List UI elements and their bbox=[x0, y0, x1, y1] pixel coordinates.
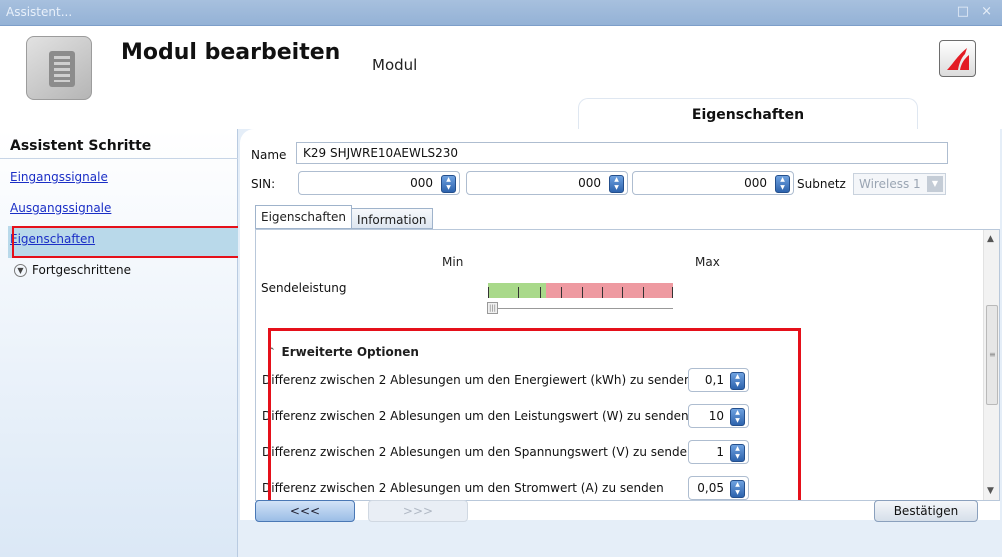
step-link-ausgangssignale[interactable]: Ausgangssignale bbox=[10, 201, 111, 215]
spinner-icon[interactable]: ▲ ▼ bbox=[775, 175, 790, 193]
vertical-scrollbar[interactable]: ▲ ≡ ▼ bbox=[983, 230, 999, 500]
next-button[interactable]: >>> bbox=[368, 500, 468, 522]
name-label: Name bbox=[251, 148, 287, 162]
confirm-button[interactable]: Bestätigen bbox=[874, 500, 978, 522]
step-link-eingangssignale[interactable]: Eingangssignale bbox=[10, 170, 108, 184]
max-label: Max bbox=[695, 255, 720, 269]
sin-field-3[interactable]: 000 ▲ ▼ bbox=[632, 171, 794, 195]
sin-label: SIN: bbox=[251, 177, 276, 191]
chevron-down-icon: ▼ bbox=[927, 176, 943, 192]
title-bar: Assistent... □ × bbox=[0, 0, 1002, 26]
previous-button[interactable]: <<< bbox=[255, 500, 355, 522]
min-label: Min bbox=[442, 255, 464, 269]
window-controls[interactable]: □ × bbox=[957, 4, 996, 19]
scroll-up-icon[interactable]: ▲ bbox=[987, 234, 994, 244]
scale-tick bbox=[518, 287, 519, 298]
page-subtitle: Modul bbox=[372, 56, 418, 74]
scale-tick bbox=[672, 287, 673, 298]
main-content: Name K29 SHJWRE10AEWLS230 SIN: 000 ▲ ▼ 00… bbox=[240, 129, 1000, 520]
scale-low-segment bbox=[488, 283, 546, 298]
header: Modul bearbeiten Modul Eigenschaften bbox=[0, 26, 1002, 129]
tab-eigenschaften[interactable]: Eigenschaften bbox=[255, 205, 353, 229]
sin-value-3: 000 bbox=[744, 176, 767, 190]
scale-tick bbox=[602, 287, 603, 298]
app-logo-icon bbox=[939, 40, 976, 77]
subnet-dropdown[interactable]: Wireless 1 ▼ bbox=[853, 173, 946, 195]
tab-bar: Eigenschaften Information bbox=[255, 205, 433, 229]
divider bbox=[0, 158, 238, 159]
scale-high-segment bbox=[546, 283, 673, 298]
wizard-steps-panel: Assistent Schritte Eingangssignale Ausga… bbox=[0, 129, 241, 557]
step-expander-label: Fortgeschrittene bbox=[32, 263, 131, 277]
scrollbar-thumb[interactable]: ≡ bbox=[986, 305, 998, 405]
transmit-power-slider-track[interactable] bbox=[488, 308, 673, 309]
page-title: Modul bearbeiten bbox=[121, 40, 341, 65]
transmit-power-slider-handle[interactable]: ||| bbox=[487, 302, 498, 314]
scale-tick bbox=[643, 287, 644, 298]
advanced-options-highlight-box bbox=[268, 328, 801, 500]
scale-tick bbox=[561, 287, 562, 298]
subnet-value: Wireless 1 bbox=[859, 177, 921, 191]
scale-tick bbox=[582, 287, 583, 298]
step-expander-fortgeschrittene[interactable]: ▼ Fortgeschrittene bbox=[14, 263, 131, 277]
sin-value-2: 000 bbox=[578, 176, 601, 190]
transmit-power-scale bbox=[488, 283, 673, 298]
main-panel: Name K29 SHJWRE10AEWLS230 SIN: 000 ▲ ▼ 00… bbox=[238, 129, 1002, 557]
spinner-icon[interactable]: ▲ ▼ bbox=[441, 175, 456, 193]
spinner-icon[interactable]: ▲ ▼ bbox=[609, 175, 624, 193]
transmit-power-label: Sendeleistung bbox=[261, 281, 347, 295]
properties-scroll-area: Min Max Sendeleistung ||| ⌃ Erweiterte O… bbox=[255, 229, 1000, 501]
section-tab-eigenschaften: Eigenschaften bbox=[578, 98, 918, 129]
tab-information[interactable]: Information bbox=[352, 208, 433, 229]
scale-tick bbox=[540, 287, 541, 298]
scale-tick bbox=[622, 287, 623, 298]
sin-value-1: 000 bbox=[410, 176, 433, 190]
subnet-label: Subnetz bbox=[797, 177, 846, 191]
sin-field-2[interactable]: 000 ▲ ▼ bbox=[466, 171, 628, 195]
wizard-steps-title: Assistent Schritte bbox=[10, 138, 152, 154]
step-highlight-box bbox=[12, 226, 241, 258]
window-title: Assistent... bbox=[6, 5, 73, 19]
scroll-down-icon[interactable]: ▼ bbox=[987, 486, 994, 496]
sin-field-1[interactable]: 000 ▲ ▼ bbox=[298, 171, 460, 195]
module-device-icon bbox=[26, 36, 92, 100]
chevron-down-icon: ▼ bbox=[14, 263, 27, 277]
name-input[interactable]: K29 SHJWRE10AEWLS230 bbox=[296, 142, 948, 164]
scale-tick bbox=[488, 287, 489, 298]
